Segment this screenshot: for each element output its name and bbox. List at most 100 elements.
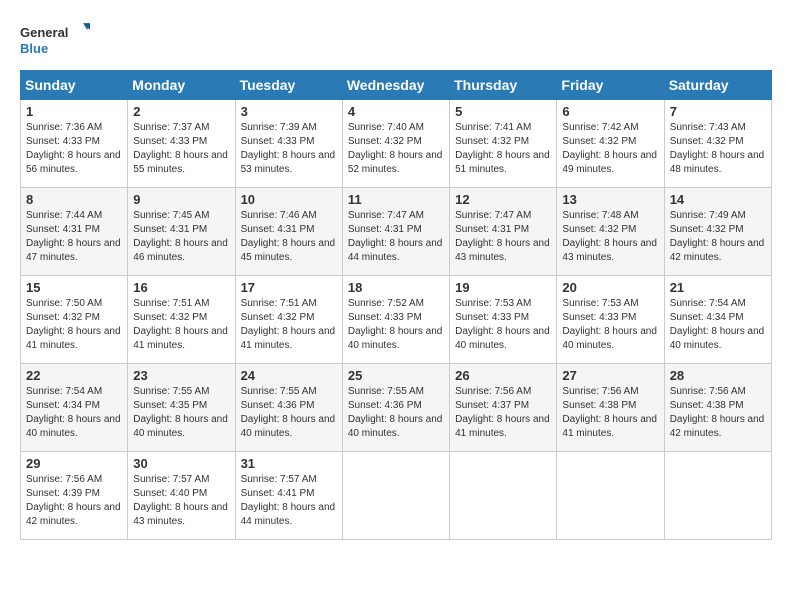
day-number: 19 bbox=[455, 280, 551, 295]
day-number: 6 bbox=[562, 104, 658, 119]
calendar-cell bbox=[450, 452, 557, 540]
day-number: 23 bbox=[133, 368, 229, 383]
day-number: 9 bbox=[133, 192, 229, 207]
day-info: Sunrise: 7:57 AMSunset: 4:40 PMDaylight:… bbox=[133, 473, 229, 529]
calendar-cell: 7 Sunrise: 7:43 AMSunset: 4:32 PMDaylight… bbox=[664, 100, 771, 188]
day-info: Sunrise: 7:52 AMSunset: 4:33 PMDaylight:… bbox=[348, 297, 444, 353]
day-info: Sunrise: 7:40 AMSunset: 4:32 PMDaylight:… bbox=[348, 121, 444, 177]
day-info: Sunrise: 7:42 AMSunset: 4:32 PMDaylight:… bbox=[562, 121, 658, 177]
calendar-cell: 10Sunrise: 7:46 AMSunset: 4:31 PMDayligh… bbox=[235, 188, 342, 276]
day-info: Sunrise: 7:43 AMSunset: 4:32 PMDaylight:… bbox=[670, 121, 766, 177]
day-info: Sunrise: 7:55 AMSunset: 4:36 PMDaylight:… bbox=[241, 385, 337, 441]
calendar-table: SundayMondayTuesdayWednesdayThursdayFrid… bbox=[20, 70, 772, 540]
calendar-cell: 21 Sunrise: 7:54 AMSunset: 4:34 PMDayligh… bbox=[664, 276, 771, 364]
day-number: 18 bbox=[348, 280, 444, 295]
calendar-week-row: 22 Sunrise: 7:54 AMSunset: 4:34 PMDayligh… bbox=[21, 364, 772, 452]
calendar-cell: 14Sunrise: 7:49 AMSunset: 4:32 PMDayligh… bbox=[664, 188, 771, 276]
day-info: Sunrise: 7:48 AMSunset: 4:32 PMDaylight:… bbox=[562, 209, 658, 265]
calendar-header-row: SundayMondayTuesdayWednesdayThursdayFrid… bbox=[21, 71, 772, 100]
day-info: Sunrise: 7:56 AMSunset: 4:38 PMDaylight:… bbox=[562, 385, 658, 441]
day-info: Sunrise: 7:53 AMSunset: 4:33 PMDaylight:… bbox=[455, 297, 551, 353]
day-number: 7 bbox=[670, 104, 766, 119]
day-info: Sunrise: 7:55 AMSunset: 4:35 PMDaylight:… bbox=[133, 385, 229, 441]
day-header-friday: Friday bbox=[557, 71, 664, 100]
logo: General Blue bbox=[20, 20, 90, 60]
day-info: Sunrise: 7:56 AMSunset: 4:39 PMDaylight:… bbox=[26, 473, 122, 529]
day-info: Sunrise: 7:37 AMSunset: 4:33 PMDaylight:… bbox=[133, 121, 229, 177]
day-info: Sunrise: 7:56 AMSunset: 4:37 PMDaylight:… bbox=[455, 385, 551, 441]
day-number: 29 bbox=[26, 456, 122, 471]
calendar-cell bbox=[557, 452, 664, 540]
calendar-cell: 17 Sunrise: 7:51 AMSunset: 4:32 PMDayligh… bbox=[235, 276, 342, 364]
day-info: Sunrise: 7:54 AMSunset: 4:34 PMDaylight:… bbox=[26, 385, 122, 441]
day-number: 21 bbox=[670, 280, 766, 295]
day-number: 22 bbox=[26, 368, 122, 383]
day-info: Sunrise: 7:57 AMSunset: 4:41 PMDaylight:… bbox=[241, 473, 337, 529]
calendar-cell: 9 Sunrise: 7:45 AMSunset: 4:31 PMDaylight… bbox=[128, 188, 235, 276]
calendar-week-row: 15Sunrise: 7:50 AMSunset: 4:32 PMDayligh… bbox=[21, 276, 772, 364]
day-header-wednesday: Wednesday bbox=[342, 71, 449, 100]
calendar-cell: 18 Sunrise: 7:52 AMSunset: 4:33 PMDayligh… bbox=[342, 276, 449, 364]
day-info: Sunrise: 7:56 AMSunset: 4:38 PMDaylight:… bbox=[670, 385, 766, 441]
calendar-cell bbox=[664, 452, 771, 540]
calendar-week-row: 29 Sunrise: 7:56 AMSunset: 4:39 PMDayligh… bbox=[21, 452, 772, 540]
day-info: Sunrise: 7:45 AMSunset: 4:31 PMDaylight:… bbox=[133, 209, 229, 265]
calendar-cell: 19 Sunrise: 7:53 AMSunset: 4:33 PMDayligh… bbox=[450, 276, 557, 364]
day-number: 15 bbox=[26, 280, 122, 295]
day-number: 31 bbox=[241, 456, 337, 471]
day-number: 25 bbox=[348, 368, 444, 383]
calendar-cell: 8 Sunrise: 7:44 AMSunset: 4:31 PMDaylight… bbox=[21, 188, 128, 276]
calendar-cell: 25 Sunrise: 7:55 AMSunset: 4:36 PMDayligh… bbox=[342, 364, 449, 452]
day-info: Sunrise: 7:44 AMSunset: 4:31 PMDaylight:… bbox=[26, 209, 122, 265]
day-info: Sunrise: 7:51 AMSunset: 4:32 PMDaylight:… bbox=[241, 297, 337, 353]
day-info: Sunrise: 7:53 AMSunset: 4:33 PMDaylight:… bbox=[562, 297, 658, 353]
day-number: 5 bbox=[455, 104, 551, 119]
calendar-cell: 4 Sunrise: 7:40 AMSunset: 4:32 PMDaylight… bbox=[342, 100, 449, 188]
calendar-cell: 3Sunrise: 7:39 AMSunset: 4:33 PMDaylight… bbox=[235, 100, 342, 188]
calendar-week-row: 1Sunrise: 7:36 AMSunset: 4:33 PMDaylight… bbox=[21, 100, 772, 188]
day-info: Sunrise: 7:51 AMSunset: 4:32 PMDaylight:… bbox=[133, 297, 229, 353]
calendar-cell: 28 Sunrise: 7:56 AMSunset: 4:38 PMDayligh… bbox=[664, 364, 771, 452]
day-info: Sunrise: 7:47 AMSunset: 4:31 PMDaylight:… bbox=[348, 209, 444, 265]
calendar-cell: 22 Sunrise: 7:54 AMSunset: 4:34 PMDayligh… bbox=[21, 364, 128, 452]
day-info: Sunrise: 7:49 AMSunset: 4:32 PMDaylight:… bbox=[670, 209, 766, 265]
calendar-cell: 15Sunrise: 7:50 AMSunset: 4:32 PMDayligh… bbox=[21, 276, 128, 364]
day-header-thursday: Thursday bbox=[450, 71, 557, 100]
calendar-cell: 20Sunrise: 7:53 AMSunset: 4:33 PMDayligh… bbox=[557, 276, 664, 364]
day-number: 8 bbox=[26, 192, 122, 207]
day-number: 10 bbox=[241, 192, 337, 207]
calendar-cell: 1Sunrise: 7:36 AMSunset: 4:33 PMDaylight… bbox=[21, 100, 128, 188]
day-number: 17 bbox=[241, 280, 337, 295]
calendar-cell bbox=[342, 452, 449, 540]
day-info: Sunrise: 7:41 AMSunset: 4:32 PMDaylight:… bbox=[455, 121, 551, 177]
calendar-cell: 29 Sunrise: 7:56 AMSunset: 4:39 PMDayligh… bbox=[21, 452, 128, 540]
day-number: 4 bbox=[348, 104, 444, 119]
day-number: 12 bbox=[455, 192, 551, 207]
calendar-cell: 13Sunrise: 7:48 AMSunset: 4:32 PMDayligh… bbox=[557, 188, 664, 276]
calendar-cell: 6 Sunrise: 7:42 AMSunset: 4:32 PMDaylight… bbox=[557, 100, 664, 188]
day-info: Sunrise: 7:54 AMSunset: 4:34 PMDaylight:… bbox=[670, 297, 766, 353]
day-number: 28 bbox=[670, 368, 766, 383]
day-header-saturday: Saturday bbox=[664, 71, 771, 100]
page-header: General Blue bbox=[20, 20, 772, 60]
day-info: Sunrise: 7:55 AMSunset: 4:36 PMDaylight:… bbox=[348, 385, 444, 441]
day-number: 11 bbox=[348, 192, 444, 207]
calendar-cell: 11 Sunrise: 7:47 AMSunset: 4:31 PMDayligh… bbox=[342, 188, 449, 276]
calendar-cell: 23 Sunrise: 7:55 AMSunset: 4:35 PMDayligh… bbox=[128, 364, 235, 452]
svg-text:General: General bbox=[20, 25, 68, 40]
calendar-cell: 12Sunrise: 7:47 AMSunset: 4:31 PMDayligh… bbox=[450, 188, 557, 276]
calendar-cell: 2Sunrise: 7:37 AMSunset: 4:33 PMDaylight… bbox=[128, 100, 235, 188]
calendar-cell: 24 Sunrise: 7:55 AMSunset: 4:36 PMDayligh… bbox=[235, 364, 342, 452]
logo-icon: General Blue bbox=[20, 20, 90, 60]
calendar-cell: 5 Sunrise: 7:41 AMSunset: 4:32 PMDaylight… bbox=[450, 100, 557, 188]
calendar-week-row: 8 Sunrise: 7:44 AMSunset: 4:31 PMDaylight… bbox=[21, 188, 772, 276]
calendar-cell: 16 Sunrise: 7:51 AMSunset: 4:32 PMDayligh… bbox=[128, 276, 235, 364]
day-header-tuesday: Tuesday bbox=[235, 71, 342, 100]
calendar-cell: 30Sunrise: 7:57 AMSunset: 4:40 PMDayligh… bbox=[128, 452, 235, 540]
day-number: 16 bbox=[133, 280, 229, 295]
day-number: 27 bbox=[562, 368, 658, 383]
day-number: 26 bbox=[455, 368, 551, 383]
day-info: Sunrise: 7:36 AMSunset: 4:33 PMDaylight:… bbox=[26, 121, 122, 177]
day-number: 24 bbox=[241, 368, 337, 383]
day-header-sunday: Sunday bbox=[21, 71, 128, 100]
